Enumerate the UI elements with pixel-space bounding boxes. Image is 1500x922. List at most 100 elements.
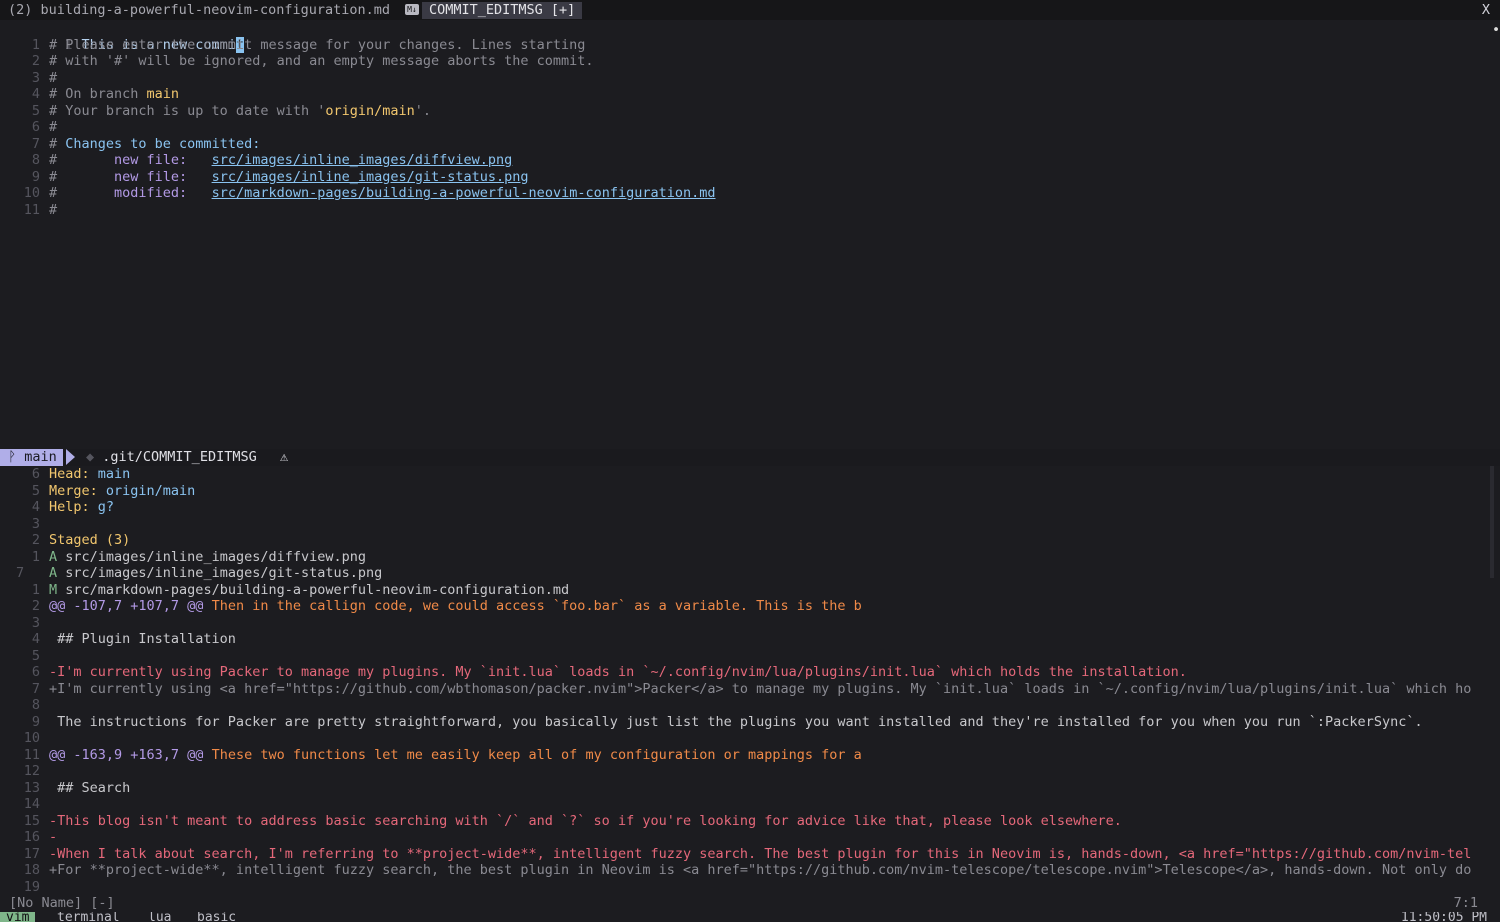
changed-file-path[interactable]: src/markdown-pages/building-a-powerful-n…: [212, 185, 716, 201]
diff-context-line: ## Search: [49, 779, 131, 796]
line-number: 9: [31, 168, 40, 185]
staged-file-path[interactable]: src/markdown-pages/building-a-powerful-n…: [57, 582, 569, 598]
line-number: 6: [31, 119, 40, 135]
fugitive-line[interactable]: 15 -This blog isn't meant to address basi…: [0, 813, 1122, 830]
comment-prefix: #: [49, 152, 115, 168]
fugitive-line[interactable]: 6 -I'm currently using Packer to manage m…: [0, 664, 1187, 681]
tab-markdown-file[interactable]: (2) building-a-powerful-neovim-configura…: [8, 0, 390, 20]
line-number: 4: [31, 631, 40, 647]
fugitive-line[interactable]: 19: [0, 879, 49, 896]
line-number: 9: [31, 713, 40, 730]
fugitive-line[interactable]: 7 +I'm currently using <a href="https://g…: [0, 680, 1472, 698]
fugitive-line[interactable]: 17 -When I talk about search, I'm referri…: [0, 845, 1472, 863]
comment-text: #: [49, 119, 58, 135]
fugitive-line[interactable]: 1M src/markdown-pages/building-a-powerfu…: [0, 582, 569, 599]
bottom-statusline: [No Name] [-] 7:1: [0, 894, 1500, 912]
commit-comment-line[interactable]: 5 # Your branch is up to date with 'origi…: [0, 103, 431, 120]
change-type-label: modified:: [114, 185, 188, 201]
tmux-window-lua[interactable]: lua: [148, 912, 171, 922]
line-number: 2: [31, 598, 40, 614]
changed-file-path[interactable]: src/images/inline_images/diffview.png: [212, 152, 513, 168]
warning-icon: ⚠: [280, 449, 289, 465]
tab-commit-editmsg[interactable]: COMMIT_EDITMSG [+]: [422, 2, 583, 19]
fugitive-line[interactable]: 12: [0, 763, 49, 780]
fugitive-line[interactable]: 7 A src/images/inline_images/git-status.p…: [0, 565, 382, 582]
fugitive-line[interactable]: 2 Staged (3): [0, 532, 130, 549]
fugitive-line[interactable]: 3: [0, 516, 49, 533]
scroll-indicator: •: [1492, 22, 1500, 38]
changed-file-path[interactable]: src/images/inline_images/git-status.png: [212, 169, 529, 185]
fugitive-line[interactable]: 8: [0, 697, 49, 714]
fugitive-line[interactable]: 2 @@ -107,7 +107,7 @@ Then in the callign…: [0, 598, 862, 615]
commit-comment-line[interactable]: 4 # On branch main: [0, 86, 179, 103]
commit-message-line[interactable]: 1 This is a new commit: [0, 20, 245, 53]
fugitive-line[interactable]: 18 +For **project-wide**, intelligent fuz…: [0, 862, 1472, 879]
hunk-header[interactable]: @@ -107,7 +107,7 @@: [49, 598, 203, 614]
line-number: 5: [31, 482, 40, 499]
line-number: 19: [23, 878, 40, 895]
close-icon[interactable]: X: [1482, 0, 1490, 20]
commit-comment-line[interactable]: 3 #: [0, 70, 57, 87]
commit-comment-line[interactable]: 8 # new file: src/images/inline_images/di…: [0, 152, 512, 169]
fugitive-line[interactable]: 4 Help: g?: [0, 499, 114, 516]
branch-highlight: main: [146, 86, 180, 102]
buffer-name: [No Name] [-]: [9, 895, 115, 911]
staged-section-header[interactable]: Staged: [49, 532, 98, 548]
diff-deleted-line: -I'm currently using Packer to manage my…: [49, 664, 1187, 680]
scrollbar[interactable]: [1490, 466, 1494, 578]
markdown-icon: M↓: [405, 4, 419, 15]
diff-added-line: +For **project-wide**, intelligent fuzzy…: [49, 862, 1472, 878]
fugitive-line[interactable]: 1A src/images/inline_images/diffview.png: [0, 549, 366, 566]
fugitive-line[interactable]: 6 Head: main: [0, 466, 130, 483]
commit-comment-line[interactable]: 9 # new file: src/images/inline_images/gi…: [0, 169, 529, 186]
line-number: 15: [23, 812, 40, 829]
hunk-header[interactable]: @@ -163,9 +163,7 @@: [49, 747, 203, 763]
commit-comment-line[interactable]: 10 # modified: src/markdown-pages/buildin…: [0, 185, 716, 202]
fugitive-line[interactable]: 5 Merge: origin/main: [0, 483, 195, 500]
statusline: ᚹ main ◆ .git/COMMIT_EDITMSG ⚠: [0, 449, 1500, 466]
line-number: 6: [31, 466, 40, 482]
tmux-window-vim[interactable]: vim: [0, 912, 36, 922]
line-number: 2: [31, 53, 40, 69]
line-number: 3: [31, 69, 40, 86]
line-number: 10: [23, 185, 40, 201]
line-number: 5: [31, 647, 40, 664]
commit-comment-line[interactable]: 1 # Please enter the commit message for y…: [0, 36, 586, 54]
fugitive-line[interactable]: 4 ## Plugin Installation: [0, 631, 236, 648]
line-number: 14: [23, 796, 40, 812]
branch-name: main: [24, 449, 57, 465]
line-number: 6: [31, 664, 40, 680]
line-number: 1: [31, 36, 40, 53]
diff-deleted-line: -This blog isn't meant to address basic …: [49, 812, 1122, 829]
fugitive-line[interactable]: 3: [0, 615, 49, 632]
line-number: 13: [23, 779, 40, 796]
line-number: 11: [23, 746, 40, 763]
fugitive-line[interactable]: 5: [0, 648, 49, 665]
hunk-context: Then in the callign code, we could acces…: [203, 598, 862, 614]
commit-comment-line[interactable]: 6 #: [0, 119, 57, 136]
tabline: (2) building-a-powerful-neovim-configura…: [0, 0, 1500, 20]
fugitive-line[interactable]: 10: [0, 730, 49, 747]
file-status-flag: M: [49, 581, 58, 598]
fugitive-line[interactable]: 14: [0, 796, 49, 813]
commit-comment-line[interactable]: 7 # Changes to be committed:: [0, 136, 260, 153]
fugitive-line[interactable]: 11 @@ -163,9 +163,7 @@ These two function…: [0, 747, 862, 764]
diff-deleted-line: -When I talk about search, I'm referring…: [49, 845, 1472, 862]
git-branch-indicator: ᚹ main: [0, 449, 63, 466]
fugitive-line[interactable]: 9 The instructions for Packer are pretty…: [0, 714, 1423, 731]
staged-file-path[interactable]: src/images/inline_images/diffview.png: [57, 549, 366, 565]
fugitive-line[interactable]: 16-: [0, 829, 57, 846]
line-number: 7: [31, 680, 40, 697]
commit-comment-line[interactable]: 2 # with '#' will be ignored, and an empt…: [0, 53, 594, 70]
line-number: 7: [31, 135, 40, 152]
fugitive-key: Merge:: [49, 482, 106, 499]
tmux-window-terminal[interactable]: terminal: [57, 912, 120, 922]
line-number: 18: [23, 862, 40, 878]
commit-comment-line[interactable]: 11 #: [0, 202, 57, 219]
fugitive-line[interactable]: 13 ## Search: [0, 779, 131, 797]
comment-prefix: #: [49, 168, 115, 185]
staged-file-path[interactable]: src/images/inline_images/git-status.png: [57, 565, 382, 581]
diff-added-line: +I'm currently using <a href="https://gi…: [49, 680, 1472, 697]
tmux-window-basic[interactable]: basic: [197, 912, 236, 922]
